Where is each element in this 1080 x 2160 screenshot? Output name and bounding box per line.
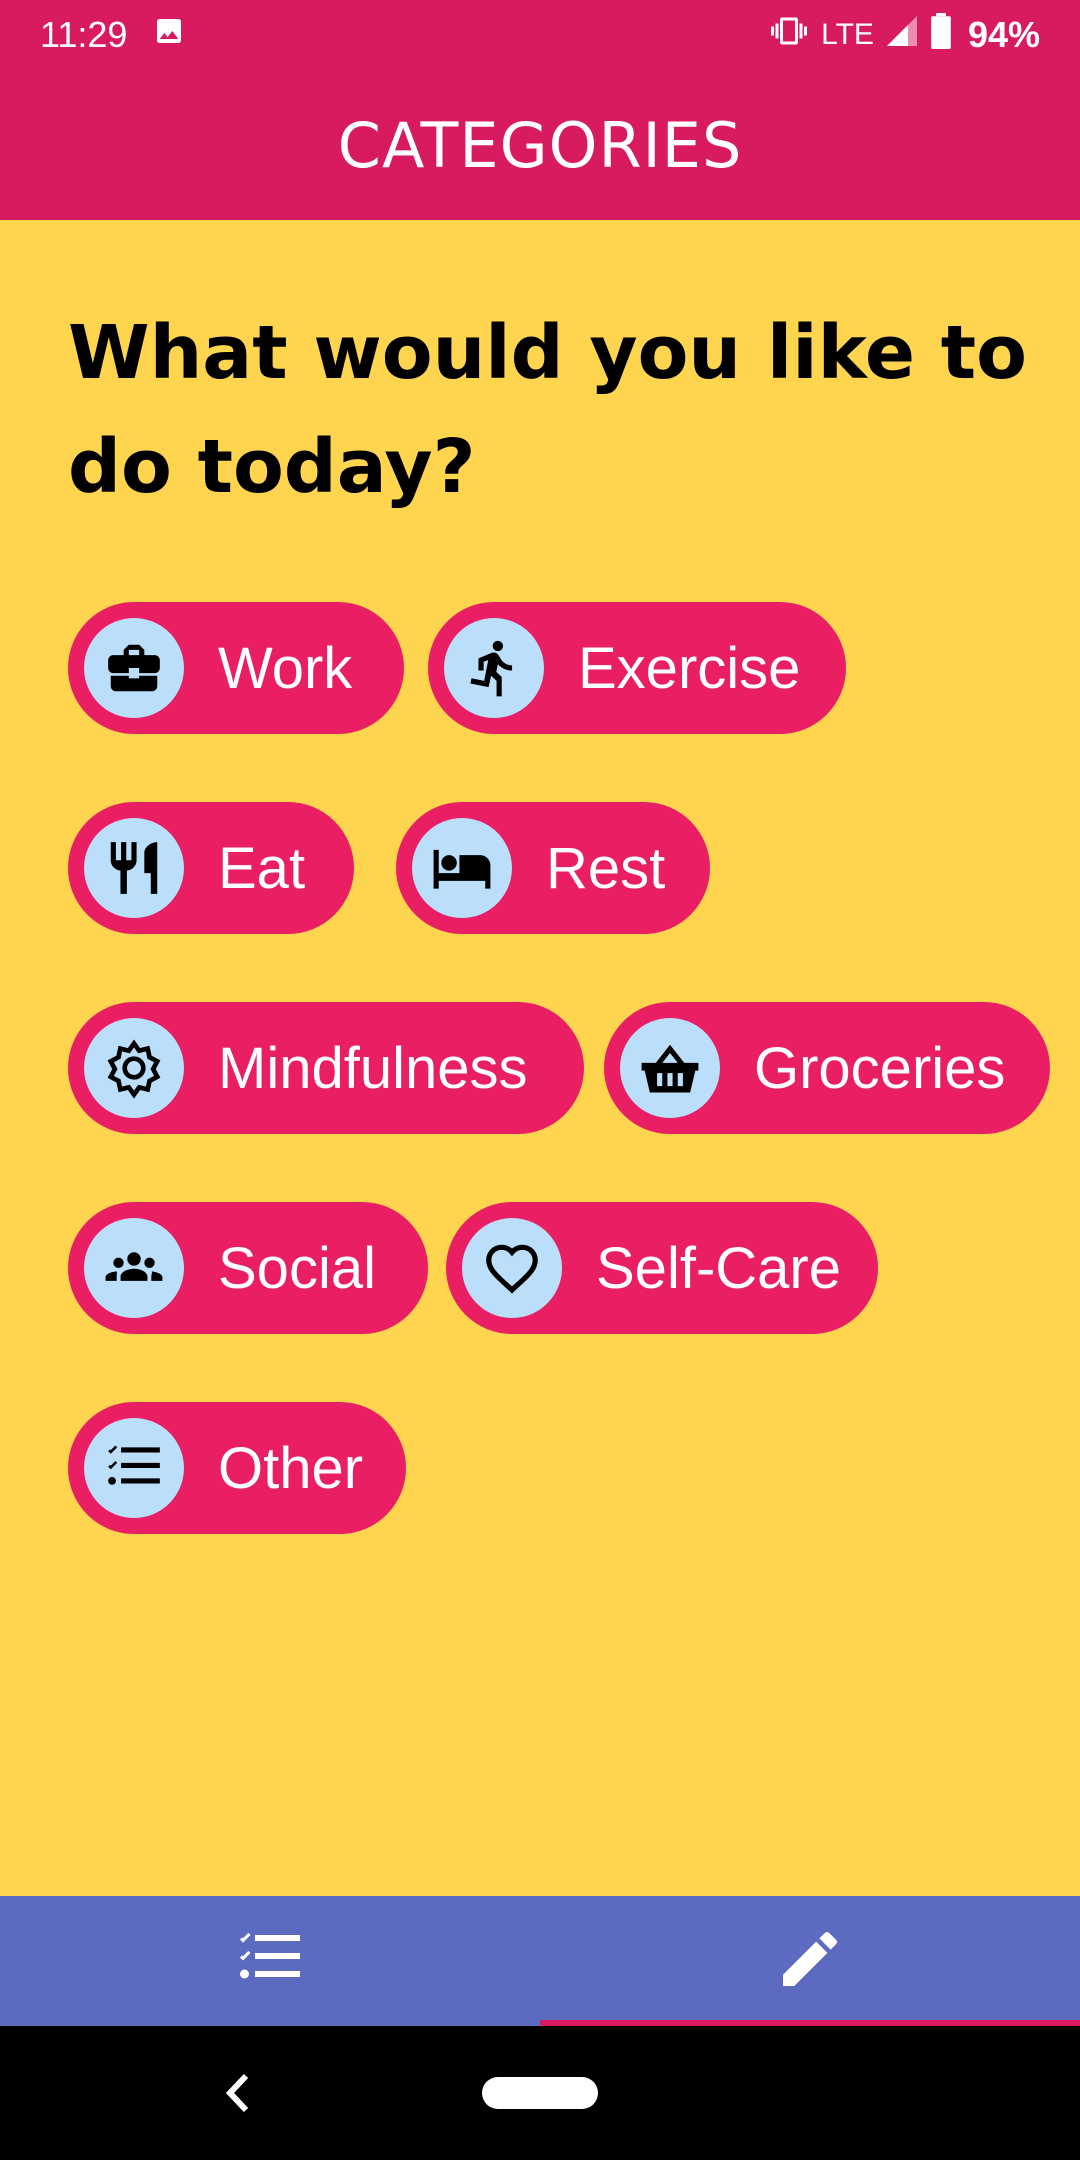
checklist-icon — [234, 1923, 306, 2000]
back-icon[interactable] — [218, 2068, 258, 2118]
category-chip-other[interactable]: Other — [68, 1402, 406, 1534]
chip-label: Other — [218, 1435, 364, 1501]
category-chip-mindfulness[interactable]: Mindfulness — [68, 1002, 584, 1134]
chip-label: Social — [218, 1235, 376, 1301]
basket-icon — [620, 1018, 720, 1118]
checklist-icon — [84, 1418, 184, 1518]
system-navigation-bar — [0, 2026, 1080, 2160]
chip-label: Self-Care — [596, 1235, 841, 1301]
chip-label: Eat — [218, 835, 306, 901]
home-pill-button[interactable] — [482, 2077, 598, 2109]
status-left: 11:29 — [40, 14, 185, 56]
page-title: CATEGORIES — [337, 108, 743, 182]
running-icon — [444, 618, 544, 718]
network-type: LTE — [821, 18, 874, 51]
signal-icon — [884, 13, 920, 58]
vibrate-icon — [767, 13, 811, 58]
chip-label: Mindfulness — [218, 1035, 528, 1101]
heart-icon — [462, 1218, 562, 1318]
nav-tab-edit[interactable] — [540, 1896, 1080, 2026]
chip-label: Groceries — [754, 1035, 1006, 1101]
chip-label: Rest — [546, 835, 666, 901]
category-chip-social[interactable]: Social — [68, 1202, 428, 1334]
battery-percent: 94% — [967, 14, 1040, 55]
gear-icon — [84, 1018, 184, 1118]
category-chip-work[interactable]: Work — [68, 602, 404, 734]
bed-icon — [412, 818, 512, 918]
question-heading: What would you like to do today? — [68, 310, 1028, 510]
category-chip-exercise[interactable]: Exercise — [428, 602, 846, 734]
image-icon — [153, 14, 185, 56]
chip-label: Exercise — [578, 635, 801, 701]
status-right: LTE 94% — [767, 12, 1040, 58]
category-chip-rest[interactable]: Rest — [396, 802, 710, 934]
category-chip-self-care[interactable]: Self-Care — [446, 1202, 878, 1334]
fork-knife-icon — [84, 818, 184, 918]
app-bar: CATEGORIES — [0, 70, 1080, 220]
battery-icon — [930, 12, 952, 58]
nav-tab-list[interactable] — [0, 1896, 540, 2026]
briefcase-icon — [84, 618, 184, 718]
category-chip-groceries[interactable]: Groceries — [604, 1002, 1050, 1134]
status-time: 11:29 — [40, 14, 128, 55]
category-chip-eat[interactable]: Eat — [68, 802, 354, 934]
status-bar: 11:29 LTE 94% — [0, 0, 1080, 70]
group-icon — [84, 1218, 184, 1318]
bottom-navigation — [0, 1896, 1080, 2026]
main-content: What would you like to do today? Work Ex… — [0, 220, 1080, 1896]
pencil-icon — [774, 1923, 846, 2000]
chip-label: Work — [218, 635, 353, 701]
